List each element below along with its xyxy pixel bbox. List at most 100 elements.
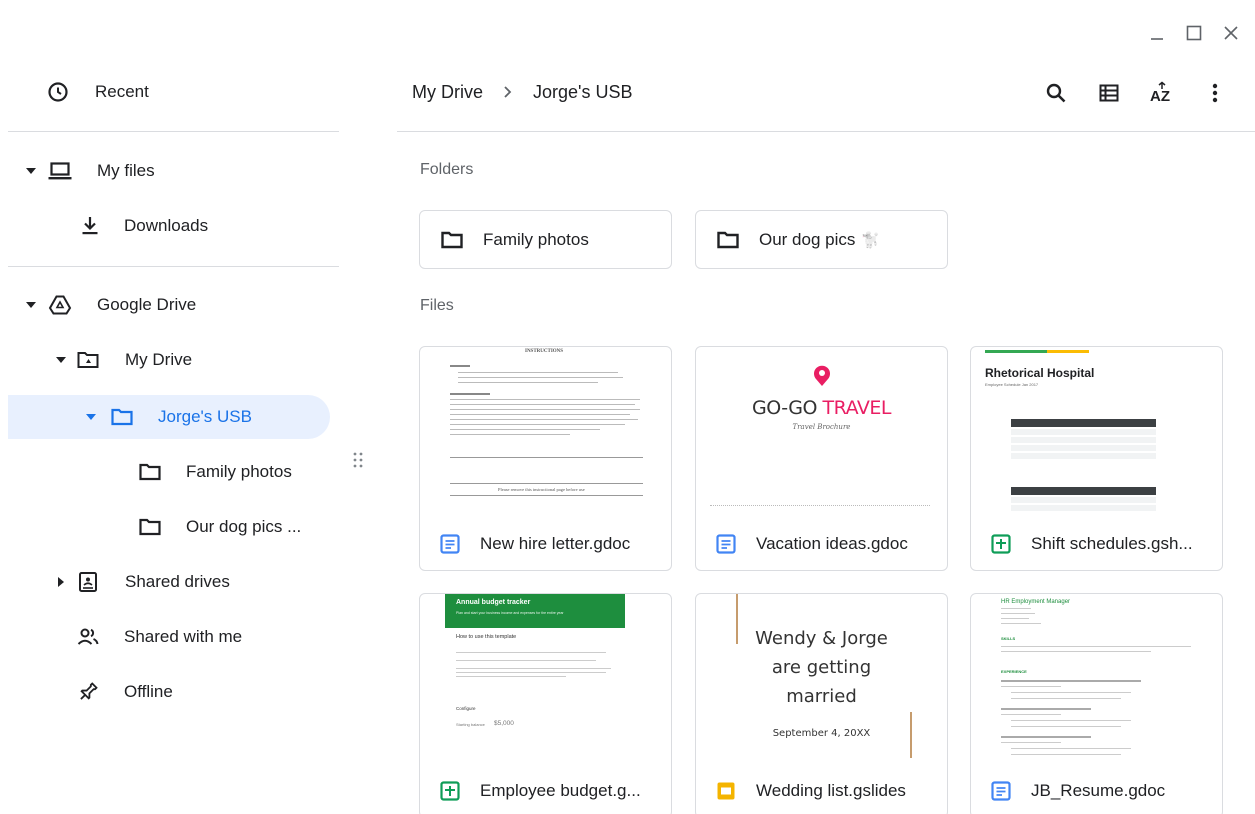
resume-title: HR Employment Manager bbox=[1001, 599, 1071, 605]
more-vert-icon bbox=[1212, 83, 1217, 103]
file-name-row: Wedding list.gslides bbox=[716, 781, 906, 801]
preview-footer: Please remove this instructional page be… bbox=[498, 487, 585, 492]
travel-title: GO-GO TRAVEL bbox=[696, 397, 947, 419]
budget-howto: How to use this template bbox=[456, 634, 517, 640]
file-name-row: Vacation ideas.gdoc bbox=[716, 534, 908, 554]
budget-subtitle: Plan and start your business income and … bbox=[456, 611, 564, 615]
file-name: Shift schedules.gsh... bbox=[1031, 534, 1193, 553]
sidebar-item-label: Shared drives bbox=[125, 572, 230, 591]
file-thumbnail: Annual budget tracker Plan and start you… bbox=[420, 594, 671, 758]
sidebar: Recent My files Downloads Google Drive M… bbox=[0, 0, 340, 814]
search-button[interactable] bbox=[1029, 78, 1082, 108]
breadcrumb-my-drive[interactable]: My Drive bbox=[412, 82, 483, 103]
divider bbox=[8, 266, 339, 267]
sidebar-item-label: Our dog pics ... bbox=[186, 517, 302, 536]
files-heading: Files bbox=[420, 297, 454, 314]
laptop-icon bbox=[48, 159, 72, 183]
caret-down-icon[interactable] bbox=[24, 164, 38, 178]
file-card-jb-resume[interactable]: HR Employment Manager SKILLS EXPERIENCE … bbox=[970, 593, 1223, 814]
caret-down-icon[interactable] bbox=[54, 353, 68, 367]
sidebar-item-shared-drives[interactable]: Shared drives bbox=[54, 560, 230, 604]
file-thumbnail: HR Employment Manager SKILLS EXPERIENCE bbox=[971, 594, 1222, 758]
maximize-icon bbox=[1186, 25, 1201, 41]
sidebar-item-label: Family photos bbox=[186, 462, 292, 481]
close-button[interactable] bbox=[1212, 18, 1249, 48]
sidebar-item-label: Recent bbox=[95, 82, 149, 101]
wedding-line-2: are getting bbox=[771, 657, 872, 678]
maximize-button[interactable] bbox=[1175, 18, 1212, 48]
travel-pin-icon bbox=[814, 365, 830, 386]
list-view-button[interactable] bbox=[1082, 78, 1135, 108]
sidebar-item-family-photos[interactable]: Family photos bbox=[138, 450, 292, 494]
file-name: Employee budget.g... bbox=[480, 781, 641, 800]
gsheet-icon bbox=[440, 781, 460, 801]
folder-name: Our dog pics bbox=[759, 229, 856, 249]
budget-balance-label: Starting balance bbox=[456, 722, 485, 727]
window-controls bbox=[1138, 18, 1249, 48]
google-drive-icon bbox=[48, 293, 72, 317]
gdoc-icon bbox=[991, 781, 1011, 801]
sort-button[interactable]: AZ bbox=[1135, 78, 1188, 108]
file-card-shift-schedules[interactable]: Rhetorical Hospital Employee Schedule Ja… bbox=[970, 346, 1223, 571]
minimize-icon bbox=[1150, 38, 1163, 40]
file-name: Vacation ideas.gdoc bbox=[756, 534, 908, 553]
gslides-icon bbox=[716, 781, 736, 801]
more-options-button[interactable] bbox=[1188, 78, 1241, 108]
folder-icon bbox=[138, 515, 162, 539]
file-thumbnail: Wendy & Jorge are getting married Septem… bbox=[696, 594, 947, 758]
file-thumbnail: INSTRUCTIONS Please remove this instruct… bbox=[420, 347, 671, 511]
sidebar-item-jorges-usb[interactable]: Jorge's USB bbox=[84, 395, 252, 439]
folder-name: Family photos bbox=[483, 229, 589, 249]
sidebar-item-label: My files bbox=[97, 161, 155, 180]
file-name-row: New hire letter.gdoc bbox=[440, 534, 630, 554]
file-thumbnail: GO-GO TRAVEL Travel Brochure bbox=[696, 347, 947, 511]
folder-icon bbox=[717, 231, 739, 248]
sidebar-item-downloads[interactable]: Downloads bbox=[78, 204, 208, 248]
folder-card-our-dog-pics[interactable]: Our dog pics 🐩 bbox=[695, 210, 948, 269]
file-card-wedding-list[interactable]: Wendy & Jorge are getting married Septem… bbox=[695, 593, 948, 814]
file-name: New hire letter.gdoc bbox=[480, 534, 631, 553]
travel-dots bbox=[710, 505, 930, 508]
sidebar-item-shared-with-me[interactable]: Shared with me bbox=[76, 615, 242, 659]
sidebar-item-google-drive[interactable]: Google Drive bbox=[24, 283, 196, 327]
sidebar-item-label: Shared with me bbox=[124, 627, 243, 646]
minimize-button[interactable] bbox=[1138, 18, 1175, 48]
travel-subtitle: Travel Brochure bbox=[792, 423, 851, 431]
shared-drive-icon bbox=[76, 570, 100, 594]
close-icon bbox=[1223, 26, 1238, 40]
sidebar-item-our-dog-pics[interactable]: Our dog pics ... bbox=[138, 505, 301, 549]
caret-down-icon[interactable] bbox=[24, 298, 38, 312]
divider bbox=[8, 131, 339, 132]
folder-card-family-photos[interactable]: Family photos bbox=[419, 210, 672, 269]
sidebar-item-label: Jorge's USB bbox=[158, 407, 252, 426]
sidebar-item-offline[interactable]: Offline bbox=[76, 670, 173, 714]
sidebar-item-recent[interactable]: Recent bbox=[46, 70, 149, 114]
sidebar-item-my-files[interactable]: My files bbox=[24, 149, 155, 193]
folder-icon bbox=[441, 231, 463, 248]
resume-experience: EXPERIENCE bbox=[1001, 669, 1027, 674]
file-thumbnail: Rhetorical Hospital Employee Schedule Ja… bbox=[971, 347, 1222, 511]
file-card-employee-budget[interactable]: Annual budget tracker Plan and start you… bbox=[419, 593, 672, 814]
caret-right-icon[interactable] bbox=[54, 575, 68, 589]
list-view-icon bbox=[1099, 84, 1118, 102]
drag-handle-icon[interactable] bbox=[352, 450, 364, 472]
folders-heading: Folders bbox=[420, 161, 474, 178]
drive-folder-icon bbox=[76, 348, 100, 372]
pin-icon bbox=[76, 680, 100, 704]
svg-text:AZ: AZ bbox=[1150, 88, 1170, 105]
file-name-row: JB_Resume.gdoc bbox=[991, 781, 1165, 801]
poodle-emoji: 🐩 bbox=[861, 231, 881, 249]
sidebar-item-my-drive[interactable]: My Drive bbox=[54, 338, 192, 382]
gdoc-icon bbox=[716, 534, 736, 554]
file-card-vacation-ideas[interactable]: GO-GO TRAVEL Travel Brochure Vacation id… bbox=[695, 346, 948, 571]
sidebar-item-label: Downloads bbox=[124, 216, 209, 235]
file-name-row: Shift schedules.gsh... bbox=[991, 534, 1193, 554]
breadcrumb: My Drive Jorge's USB bbox=[412, 80, 632, 104]
caret-down-icon[interactable] bbox=[84, 410, 98, 424]
gsheet-icon bbox=[991, 534, 1011, 554]
file-card-new-hire-letter[interactable]: INSTRUCTIONS Please remove this instruct… bbox=[419, 346, 672, 571]
shift-title: Rhetorical Hospital bbox=[985, 366, 1095, 380]
document-preview: INSTRUCTIONS Please remove this instruct… bbox=[450, 347, 643, 511]
breadcrumb-current[interactable]: Jorge's USB bbox=[533, 82, 632, 103]
sidebar-item-label: My Drive bbox=[125, 350, 193, 369]
